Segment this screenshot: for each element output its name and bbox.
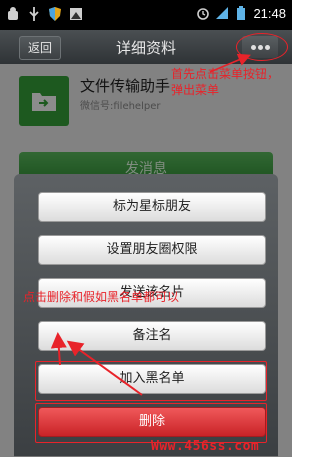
arrow-to-blacklist — [66, 340, 143, 396]
site-watermark: Www.456ss.com — [151, 439, 260, 454]
annotation-middle: 点击删除和假如黑名单都可以 — [23, 290, 180, 304]
annotation-top: 首先点击菜单按钮，弹出菜单 — [171, 67, 280, 97]
arrow-to-remark — [50, 332, 67, 366]
